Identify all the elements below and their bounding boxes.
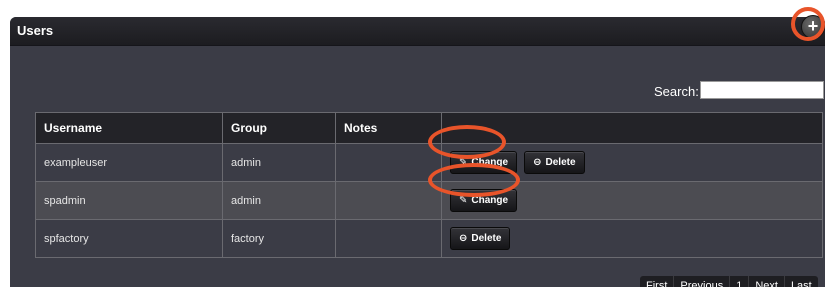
cell-group: admin xyxy=(222,143,336,182)
delete-button[interactable]: ⊖ Delete xyxy=(524,151,585,174)
column-header-group[interactable]: Group xyxy=(222,112,336,144)
minus-circle-icon: ⊖ xyxy=(459,233,468,244)
cell-actions: ✎ Change ⊖ Delete xyxy=(441,143,823,182)
search-input[interactable] xyxy=(700,81,824,99)
cell-username: spadmin xyxy=(35,181,223,220)
delete-button-label: Delete xyxy=(545,157,576,168)
cell-notes xyxy=(335,219,442,258)
pagination-first[interactable]: First xyxy=(640,276,675,287)
pagination: First Previous 1 Next Last xyxy=(640,276,818,287)
search-label: Search: xyxy=(654,84,699,99)
table-row: spfactory factory ⊖ Delete xyxy=(35,219,823,258)
cell-actions: ✎ Change xyxy=(441,181,823,220)
panel-title: Users xyxy=(17,23,54,38)
change-button[interactable]: ✎ Change xyxy=(450,151,518,174)
column-header-actions xyxy=(441,112,823,144)
delete-button[interactable]: ⊖ Delete xyxy=(450,227,511,250)
table-header-row: Username Group Notes xyxy=(35,112,823,144)
minus-circle-icon: ⊖ xyxy=(533,157,542,168)
cell-actions: ⊖ Delete xyxy=(441,219,823,258)
column-header-notes[interactable]: Notes xyxy=(335,112,442,144)
cell-username: exampleuser xyxy=(35,143,223,182)
pencil-icon: ✎ xyxy=(459,195,468,206)
panel-titlebar: Users xyxy=(10,17,825,46)
change-button[interactable]: ✎ Change xyxy=(450,189,518,212)
users-panel: Users Search: Username Group Notes examp… xyxy=(10,17,825,287)
cell-group: factory xyxy=(222,219,336,258)
table-row: exampleuser admin ✎ Change ⊖ Delete xyxy=(35,143,823,182)
pagination-previous[interactable]: Previous xyxy=(674,276,731,287)
pagination-next[interactable]: Next xyxy=(749,276,785,287)
plus-icon: + xyxy=(807,16,819,36)
column-header-username[interactable]: Username xyxy=(35,112,223,144)
delete-button-label: Delete xyxy=(471,233,502,244)
pencil-icon: ✎ xyxy=(459,157,468,168)
users-table: Username Group Notes exampleuser admin ✎… xyxy=(35,112,823,258)
add-user-button[interactable]: + xyxy=(801,15,825,39)
cell-notes xyxy=(335,143,442,182)
cell-username: spfactory xyxy=(35,219,223,258)
cell-notes xyxy=(335,181,442,220)
pagination-page[interactable]: 1 xyxy=(730,276,750,287)
cell-group: admin xyxy=(222,181,336,220)
change-button-label: Change xyxy=(471,157,509,168)
table-row: spadmin admin ✎ Change xyxy=(35,181,823,220)
change-button-label: Change xyxy=(471,195,509,206)
pagination-last[interactable]: Last xyxy=(785,276,818,287)
